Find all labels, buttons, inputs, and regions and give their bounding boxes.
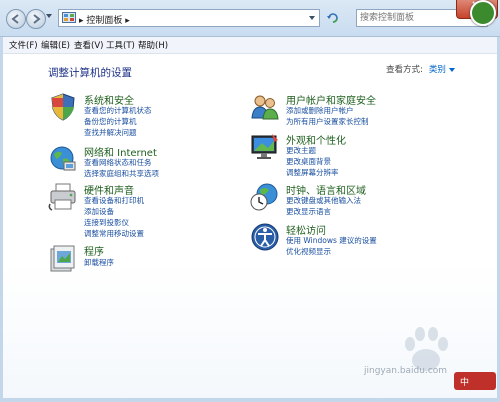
- link-backup-computer[interactable]: 备份您的计算机: [84, 116, 137, 127]
- address-field[interactable]: ▸ 控制面板 ▸: [58, 9, 320, 27]
- menu-edit[interactable]: 编辑(E): [41, 39, 70, 51]
- address-bar: ▸ 控制面板 ▸: [0, 0, 500, 37]
- link-screen-resolution[interactable]: 调整屏幕分辨率: [286, 167, 339, 178]
- back-button[interactable]: [6, 9, 26, 29]
- link-add-device[interactable]: 添加设备: [84, 206, 114, 217]
- window-frame-left: [0, 37, 3, 402]
- baidu-logo-icon: [470, 0, 496, 26]
- category-appearance: 外观和个性化 更改主题 更改桌面背景 调整屏幕分辨率: [250, 132, 450, 178]
- menu-help[interactable]: 帮助(H): [138, 39, 168, 51]
- link-connect-projector[interactable]: 连接到投影仪: [84, 217, 129, 228]
- link-change-display-language[interactable]: 更改显示语言: [286, 206, 331, 217]
- link-view-network-status[interactable]: 查看网络状态和任务: [84, 157, 152, 168]
- link-uninstall-program[interactable]: 卸载程序: [84, 257, 114, 268]
- category-title-programs[interactable]: 程序: [84, 243, 104, 258]
- link-homegroup-sharing[interactable]: 选择家庭组和共享选项: [84, 168, 159, 179]
- category-clock-language-region: 时钟、语言和区域 更改键盘或其他输入法 更改显示语言: [250, 182, 450, 218]
- menu-tools[interactable]: 工具(T): [106, 39, 135, 51]
- category-user-accounts: 用户帐户和家庭安全 添加或删除用户帐户 为所有用户设置家长控制: [250, 92, 450, 128]
- shield-icon: [51, 93, 75, 121]
- link-parental-controls[interactable]: 为所有用户设置家长控制: [286, 116, 369, 127]
- category-hardware-sound: 硬件和声音 查看设备和打印机 添加设备 连接到投影仪 调整常用移动设置: [48, 182, 228, 238]
- users-icon: [251, 95, 279, 120]
- programs-icon: [50, 245, 75, 272]
- arrow-left-icon: [11, 14, 19, 24]
- recent-pages-dropdown[interactable]: [46, 14, 52, 18]
- monitor-icon: [251, 134, 278, 159]
- search-input[interactable]: [360, 11, 470, 25]
- arrow-right-icon: [33, 14, 41, 24]
- window-frame-bottom: [0, 398, 500, 402]
- chevron-down-icon[interactable]: [448, 67, 455, 72]
- printer-icon: [48, 183, 76, 211]
- breadcrumb-control-panel[interactable]: 控制面板: [86, 16, 122, 26]
- link-change-theme[interactable]: 更改主题: [286, 145, 316, 156]
- refresh-icon[interactable]: [324, 9, 342, 27]
- view-by-label: 查看方式:: [386, 65, 423, 75]
- category-ease-of-access: 轻松访问 使用 Windows 建议的设置 优化视频显示: [250, 222, 450, 258]
- link-add-remove-accounts[interactable]: 添加或删除用户帐户: [286, 105, 354, 116]
- view-by: 查看方式: 类别: [386, 63, 455, 75]
- link-find-fix-problems[interactable]: 查找并解决问题: [84, 127, 137, 138]
- link-view-devices-printers[interactable]: 查看设备和打印机: [84, 195, 144, 206]
- category-network-internet: 网络和 Internet 查看网络状态和任务 选择家庭组和共享选项: [48, 144, 228, 178]
- watermark-badge-text: 中: [460, 378, 470, 388]
- page-title: 调整计算机的设置: [48, 67, 132, 79]
- link-windows-recommended-settings[interactable]: 使用 Windows 建议的设置: [286, 235, 377, 246]
- menu-view[interactable]: 查看(V): [74, 39, 103, 51]
- category-system-security: 系统和安全 查看您的计算机状态 备份您的计算机 查找并解决问题: [48, 92, 228, 140]
- view-by-dropdown[interactable]: 类别: [429, 65, 446, 75]
- menu-bar: 文件(F) 编辑(E) 查看(V) 工具(T) 帮助(H): [0, 37, 500, 54]
- control-panel-icon: [62, 12, 76, 23]
- link-view-computer-status[interactable]: 查看您的计算机状态: [84, 105, 152, 116]
- forward-button[interactable]: [26, 9, 46, 29]
- watermark-badge: 中: [454, 372, 496, 390]
- link-change-input-method[interactable]: 更改键盘或其他输入法: [286, 195, 361, 206]
- link-mobility-settings[interactable]: 调整常用移动设置: [84, 228, 144, 239]
- breadcrumb[interactable]: ▸ 控制面板 ▸: [79, 13, 130, 26]
- menu-file[interactable]: 文件(F): [9, 39, 38, 51]
- accessibility-icon: [251, 223, 279, 251]
- clock-globe-icon: [250, 183, 278, 211]
- link-change-desktop-background[interactable]: 更改桌面背景: [286, 156, 331, 167]
- category-programs: 程序 卸载程序: [48, 243, 228, 273]
- control-panel-window: ▸ 控制面板 ▸ 文件(F) 编辑(E) 查看(V) 工具(T) 帮助(H) 调…: [0, 0, 500, 402]
- breadcrumb-separator: ▸: [122, 16, 130, 26]
- globe-network-icon: [50, 146, 76, 171]
- watermark-text: jingyan.baidu.com: [364, 366, 448, 376]
- link-optimize-visual-display[interactable]: 优化视频显示: [286, 246, 331, 257]
- address-dropdown-button[interactable]: [309, 16, 315, 20]
